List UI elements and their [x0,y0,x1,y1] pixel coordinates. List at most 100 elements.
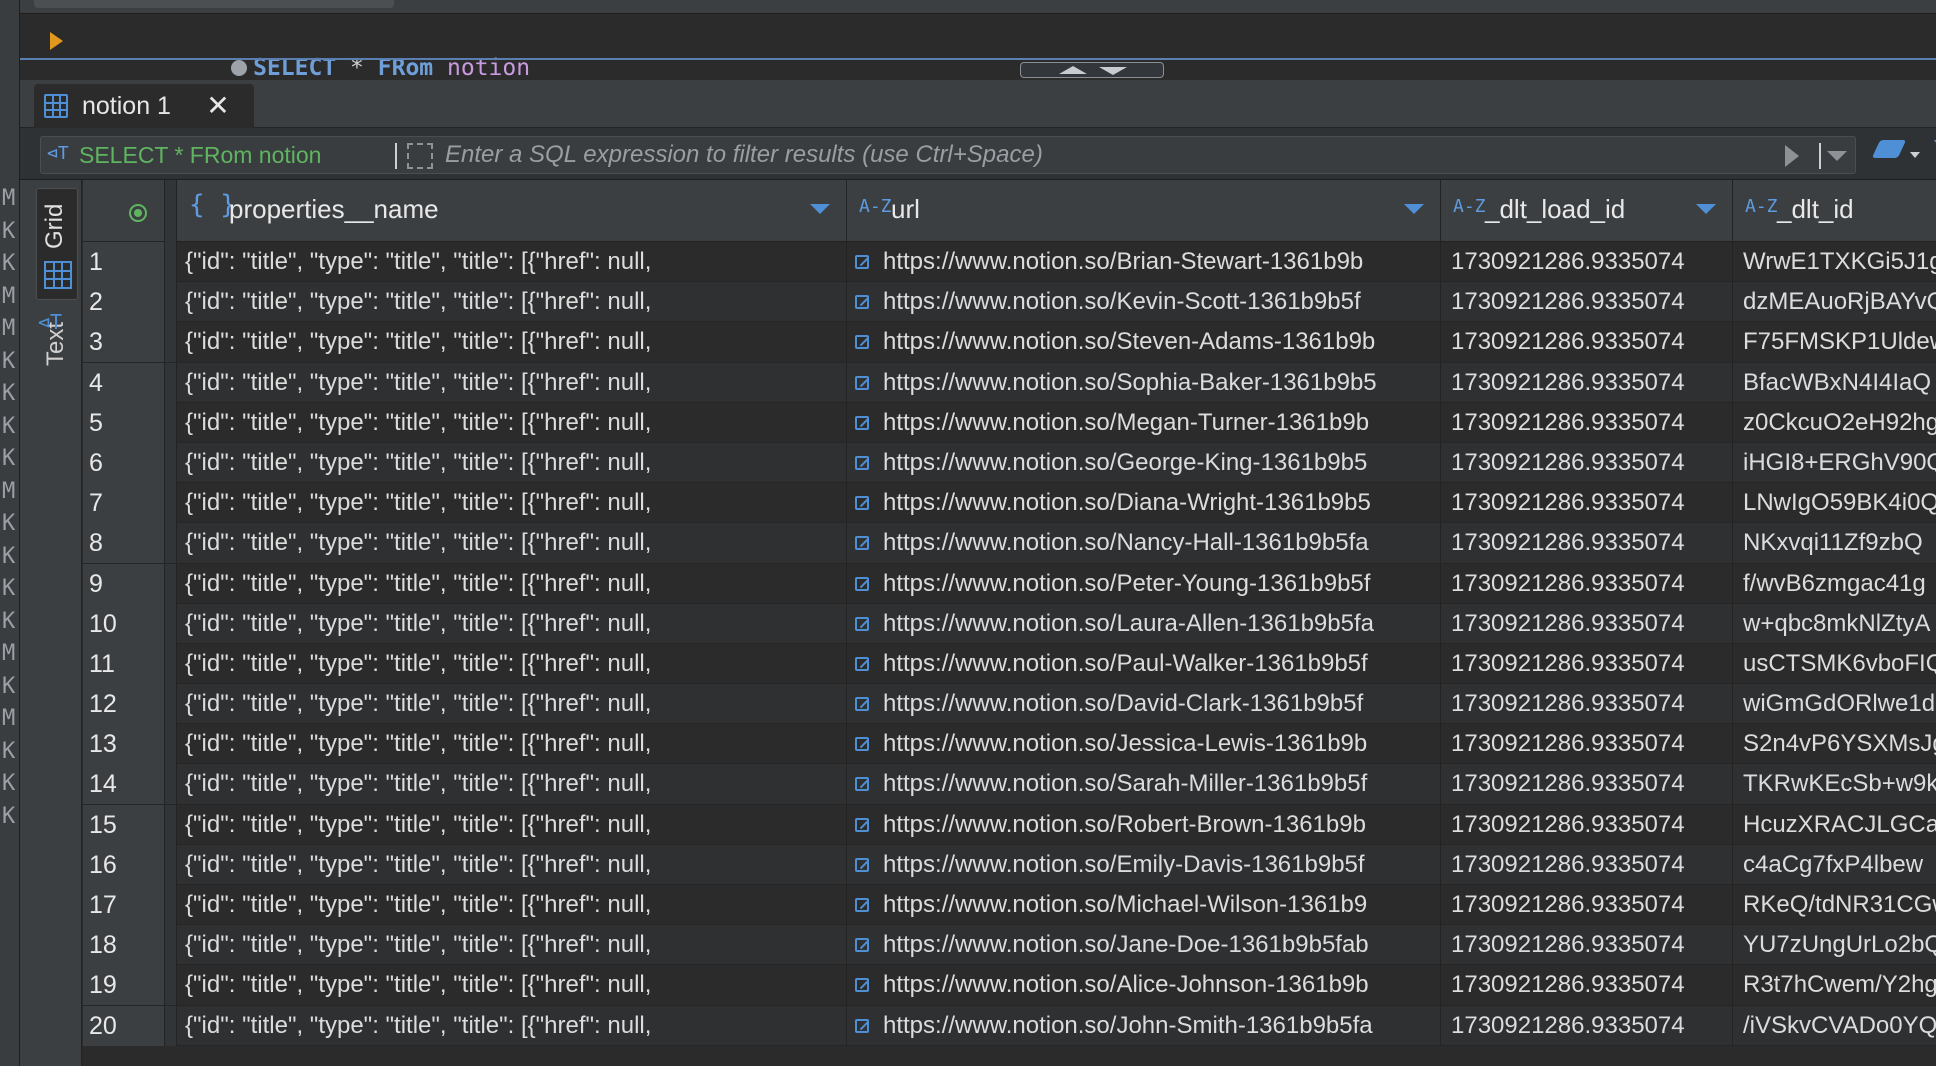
chevron-down-icon[interactable] [1827,151,1847,161]
table-row[interactable]: 9 {"id": "title", "type": "title", "title… [83,563,1936,604]
table-row[interactable]: 5 {"id": "title", "type": "title", "title… [83,402,1936,443]
cell-properties-name[interactable]: {"id": "title", "type": "title", "title"… [177,442,847,483]
cell-properties-name[interactable]: {"id": "title", "type": "title", "title"… [177,563,847,604]
cell-url[interactable]: https://www.notion.so/Diana-Wright-1361b… [847,483,1441,524]
row-number[interactable]: 3 [83,322,165,363]
panel-maximize-restore-handle[interactable] [1020,62,1164,78]
table-row[interactable]: 20 {"id": "title", "type": "title", "titl… [83,1005,1936,1046]
cell-url[interactable]: https://www.notion.so/Peter-Young-1361b9… [847,563,1441,604]
cell-dlt-id[interactable]: WrwE1TXKGi5J1g [1733,242,1936,282]
open-link-icon[interactable] [855,656,869,671]
cell-url[interactable]: https://www.notion.so/Robert-Brown-1361b… [847,804,1441,845]
row-number-header[interactable] [83,180,165,242]
cell-dlt-id[interactable]: RKeQ/tdNR31CGw [1733,885,1936,925]
cell-dlt-id[interactable]: f/wvB6zmgac41g [1733,564,1936,604]
cell-dlt-load-id[interactable]: 1730921286.9335074 [1441,322,1733,363]
cell-dlt-load-id[interactable]: 1730921286.9335074 [1441,965,1733,1006]
cell-dlt-load-id[interactable]: 1730921286.9335074 [1441,925,1733,966]
cell-properties-name[interactable]: {"id": "title", "type": "title", "title"… [177,483,847,524]
cell-properties-name[interactable]: {"id": "title", "type": "title", "title"… [177,724,847,765]
cell-dlt-id[interactable]: usCTSMK6vboFIQ [1733,644,1936,684]
table-row[interactable]: 15 {"id": "title", "type": "title", "titl… [83,804,1936,845]
row-number[interactable]: 12 [83,684,165,725]
cell-dlt-load-id[interactable]: 1730921286.9335074 [1441,603,1733,644]
open-link-icon[interactable] [855,978,869,993]
filter-input[interactable] [443,139,1783,171]
open-link-icon[interactable] [855,255,869,269]
row-number[interactable]: 10 [83,603,165,644]
cell-dlt-id[interactable]: iHGI8+ERGhV90Q [1733,443,1936,483]
row-number[interactable]: 15 [83,804,165,845]
open-link-icon[interactable] [855,857,869,872]
open-link-icon[interactable] [855,295,869,310]
cell-properties-name[interactable]: {"id": "title", "type": "title", "title"… [177,523,847,564]
cell-url[interactable]: https://www.notion.so/Sophia-Baker-1361b… [847,362,1441,403]
cell-url[interactable]: https://www.notion.so/Steven-Adams-1361b… [847,322,1441,363]
cell-dlt-load-id[interactable]: 1730921286.9335074 [1441,643,1733,684]
table-row[interactable]: 7 {"id": "title", "type": "title", "title… [83,483,1936,524]
row-number[interactable]: 19 [83,965,165,1006]
cell-dlt-id[interactable]: TKRwKEcSb+w9kA [1733,764,1936,804]
cell-dlt-load-id[interactable]: 1730921286.9335074 [1441,764,1733,805]
column-header-url[interactable]: A-Z url [847,180,1441,242]
close-icon[interactable]: ✕ [204,92,232,120]
cell-url[interactable]: https://www.notion.so/Nancy-Hall-1361b9b… [847,523,1441,564]
cell-properties-name[interactable]: {"id": "title", "type": "title", "title"… [177,965,847,1006]
cell-properties-name[interactable]: {"id": "title", "type": "title", "title"… [177,603,847,644]
table-row[interactable]: 14 {"id": "title", "type": "title", "titl… [83,764,1936,805]
row-number[interactable]: 13 [83,724,165,765]
open-link-icon[interactable] [855,737,869,752]
open-link-icon[interactable] [855,415,869,430]
cell-dlt-load-id[interactable]: 1730921286.9335074 [1441,242,1733,282]
script-tab[interactable] [34,0,394,8]
tab-notion-1[interactable]: notion 1 ✕ [34,84,254,128]
open-link-icon[interactable] [855,455,869,470]
open-link-icon[interactable] [855,496,869,511]
open-link-icon[interactable] [855,777,869,792]
table-row[interactable]: 6 {"id": "title", "type": "title", "title… [83,442,1936,484]
sql-statement[interactable]: SELECT * FRom notion [148,26,530,81]
cell-url[interactable]: https://www.notion.so/Sarah-Miller-1361b… [847,764,1441,805]
open-link-icon[interactable] [855,1018,869,1033]
grid-view-button[interactable]: Grid [36,188,78,300]
cell-dlt-load-id[interactable]: 1730921286.9335074 [1441,804,1733,845]
cell-properties-name[interactable]: {"id": "title", "type": "title", "title"… [177,402,847,443]
cell-dlt-id[interactable]: wiGmGdORlwe1dg [1733,684,1936,724]
cell-dlt-load-id[interactable]: 1730921286.9335074 [1441,724,1733,765]
table-row[interactable]: 17 {"id": "title", "type": "title", "titl… [83,885,1936,926]
open-link-icon[interactable] [855,898,869,912]
cell-url[interactable]: https://www.notion.so/Megan-Turner-1361b… [847,402,1441,443]
row-number[interactable]: 18 [83,925,165,966]
table-row[interactable]: 18 {"id": "title", "type": "title", "titl… [83,925,1936,966]
cell-dlt-id[interactable]: S2n4vP6YSXMsJg [1733,724,1936,764]
cell-dlt-id[interactable]: z0CkcuO2eH92hg [1733,403,1936,443]
cell-dlt-load-id[interactable]: 1730921286.9335074 [1441,563,1733,604]
cell-url[interactable]: https://www.notion.so/Emily-Davis-1361b9… [847,844,1441,885]
cell-dlt-load-id[interactable]: 1730921286.9335074 [1441,844,1733,885]
cell-properties-name[interactable]: {"id": "title", "type": "title", "title"… [177,242,847,282]
open-link-icon[interactable] [855,817,869,832]
cell-dlt-load-id[interactable]: 1730921286.9335074 [1441,1005,1733,1046]
column-header-dlt-load-id[interactable]: A-Z _dlt_load_id [1441,180,1733,242]
cell-properties-name[interactable]: {"id": "title", "type": "title", "title"… [177,362,847,403]
cell-dlt-id[interactable]: F75FMSKP1Uldew [1733,322,1936,362]
column-header-properties-name[interactable]: { } properties__name [177,180,847,242]
cell-url[interactable]: https://www.notion.so/David-Clark-1361b9… [847,684,1441,725]
table-row[interactable]: 11 {"id": "title", "type": "title", "titl… [83,643,1936,685]
cell-dlt-id[interactable]: /iVSkvCVADo0YQ [1733,1006,1936,1046]
cell-properties-name[interactable]: {"id": "title", "type": "title", "title"… [177,684,847,725]
expand-editor-icon[interactable] [407,143,433,169]
cell-dlt-id[interactable]: NKxvqi11Zf9zbQ [1733,523,1936,563]
cell-dlt-id[interactable]: HcuzXRACJLGCaA [1733,805,1936,845]
cell-properties-name[interactable]: {"id": "title", "type": "title", "title"… [177,844,847,885]
cell-dlt-id[interactable]: BfacWBxN4I4IaQ [1733,363,1936,403]
cell-dlt-load-id[interactable]: 1730921286.9335074 [1441,523,1733,564]
cell-dlt-load-id[interactable]: 1730921286.9335074 [1441,483,1733,524]
cell-dlt-id[interactable]: R3t7hCwem/Y2hg [1733,965,1936,1005]
cell-url[interactable]: https://www.notion.so/Laura-Allen-1361b9… [847,603,1441,644]
row-number[interactable]: 20 [83,1005,165,1046]
row-number[interactable]: 5 [83,402,165,443]
cell-url[interactable]: https://www.notion.so/Paul-Walker-1361b9… [847,643,1441,684]
cell-properties-name[interactable]: {"id": "title", "type": "title", "title"… [177,764,847,805]
cell-properties-name[interactable]: {"id": "title", "type": "title", "title"… [177,885,847,925]
